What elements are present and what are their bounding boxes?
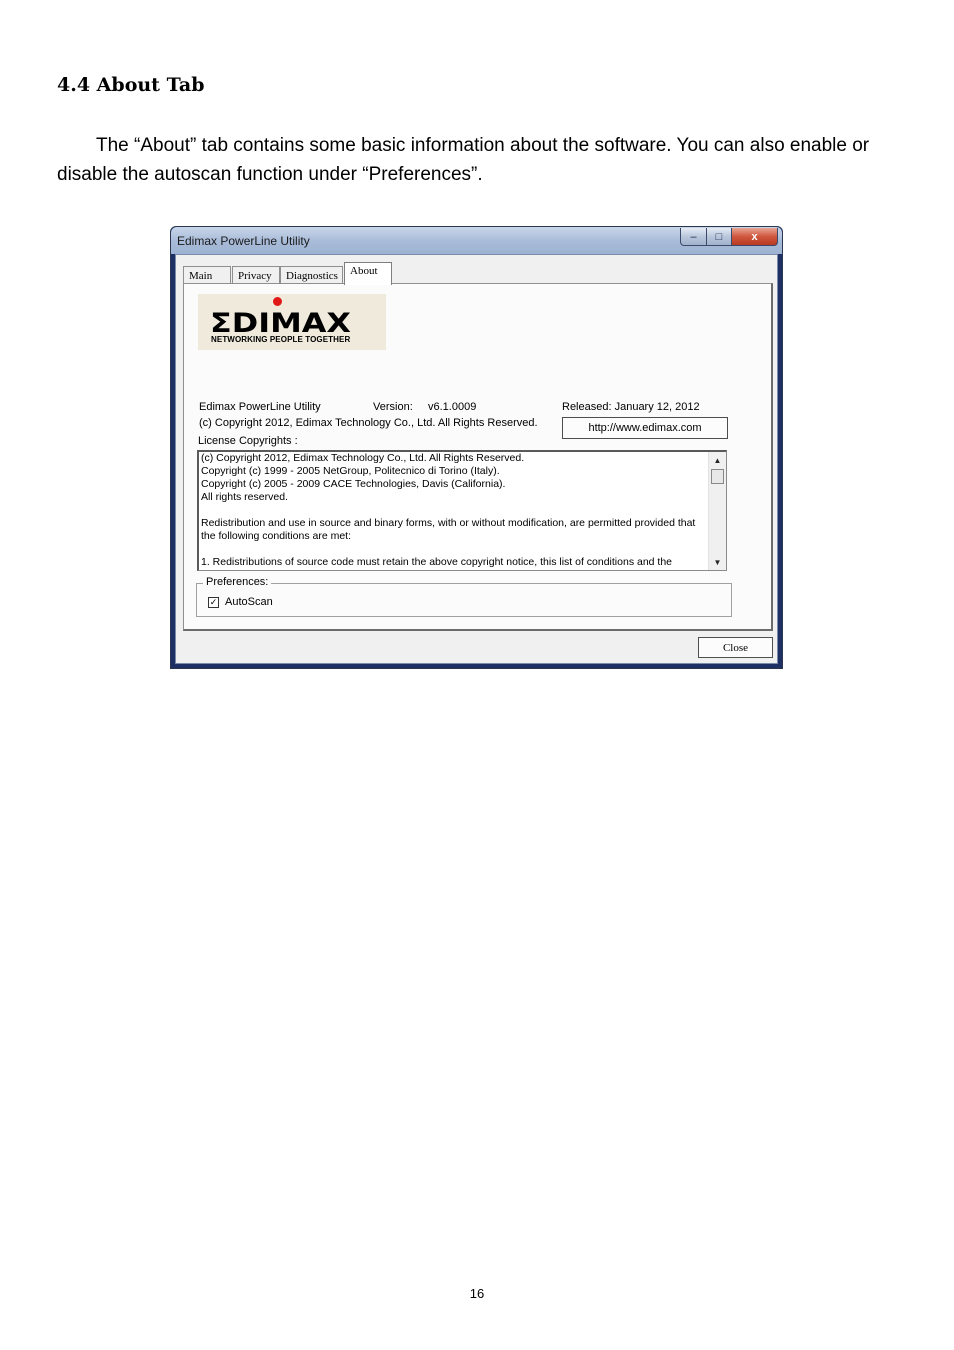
- scroll-thumb[interactable]: [711, 469, 724, 484]
- license-line: Copyright (c) 1999 - 2005 NetGroup, Poli…: [201, 465, 500, 477]
- license-line: (c) Copyright 2012, Edimax Technology Co…: [201, 452, 525, 464]
- license-scrollbar[interactable]: ▲ ▼: [708, 452, 726, 570]
- license-line: All rights reserved.: [201, 491, 288, 503]
- version-label: Version:: [373, 401, 413, 413]
- license-label: License Copyrights :: [198, 435, 298, 447]
- license-line: 1. Redistributions of source code must r…: [201, 556, 673, 568]
- close-button[interactable]: Close: [698, 637, 773, 658]
- window-client-area: Main Privacy Diagnostics About ΣDIMAX NE…: [175, 254, 778, 664]
- autoscan-option[interactable]: ✓ AutoScan: [208, 596, 273, 608]
- license-textbox[interactable]: (c) Copyright 2012, Edimax Technology Co…: [197, 450, 727, 571]
- utility-window: Edimax PowerLine Utility – □ x Main Priv…: [170, 226, 783, 669]
- release-date: Released: January 12, 2012: [562, 401, 700, 413]
- about-panel: ΣDIMAX NETWORKING PEOPLE TOGETHER Edimax…: [183, 283, 773, 631]
- website-button[interactable]: http://www.edimax.com: [562, 417, 728, 439]
- logo-tagline: NETWORKING PEOPLE TOGETHER: [211, 335, 351, 344]
- page-number: 16: [469, 1286, 485, 1301]
- logo-wordmark: ΣDIMAX: [210, 308, 351, 339]
- window-title: Edimax PowerLine Utility: [177, 234, 310, 248]
- preferences-group: Preferences: ✓ AutoScan: [196, 576, 732, 617]
- logo-red-dot: [273, 297, 282, 306]
- window-controls: – □ x: [680, 228, 778, 246]
- section-heading: 4.4 About Tab: [57, 74, 205, 96]
- scroll-up-icon[interactable]: ▲: [709, 452, 726, 468]
- copyright-text: (c) Copyright 2012, Edimax Technology Co…: [199, 417, 538, 429]
- product-name: Edimax PowerLine Utility: [199, 401, 321, 413]
- license-line: [201, 504, 699, 517]
- preferences-legend: Preferences:: [203, 576, 272, 588]
- license-line: Redistribution and use in source and bin…: [201, 517, 696, 529]
- tab-main[interactable]: Main: [183, 266, 231, 284]
- maximize-button[interactable]: □: [707, 228, 732, 246]
- license-text: (c) Copyright 2012, Edimax Technology Co…: [201, 452, 699, 569]
- title-bar[interactable]: Edimax PowerLine Utility – □ x: [171, 227, 782, 254]
- version-value: v6.1.0009: [428, 401, 477, 413]
- license-line: [201, 543, 699, 556]
- minimize-button[interactable]: –: [680, 228, 707, 246]
- tab-diagnostics[interactable]: Diagnostics: [280, 266, 343, 284]
- tab-about[interactable]: About: [344, 262, 392, 285]
- close-window-button[interactable]: x: [732, 228, 778, 246]
- autoscan-checkbox[interactable]: ✓: [208, 596, 219, 608]
- edimax-logo: ΣDIMAX NETWORKING PEOPLE TOGETHER: [198, 294, 386, 350]
- license-line: the following conditions are met:: [201, 530, 351, 542]
- tab-privacy[interactable]: Privacy: [232, 266, 280, 284]
- intro-paragraph: The “About” tab contains some basic info…: [57, 135, 870, 185]
- autoscan-label: AutoScan: [225, 596, 273, 608]
- scroll-down-icon[interactable]: ▼: [709, 554, 726, 570]
- license-line: Copyright (c) 2005 - 2009 CACE Technolog…: [201, 478, 506, 490]
